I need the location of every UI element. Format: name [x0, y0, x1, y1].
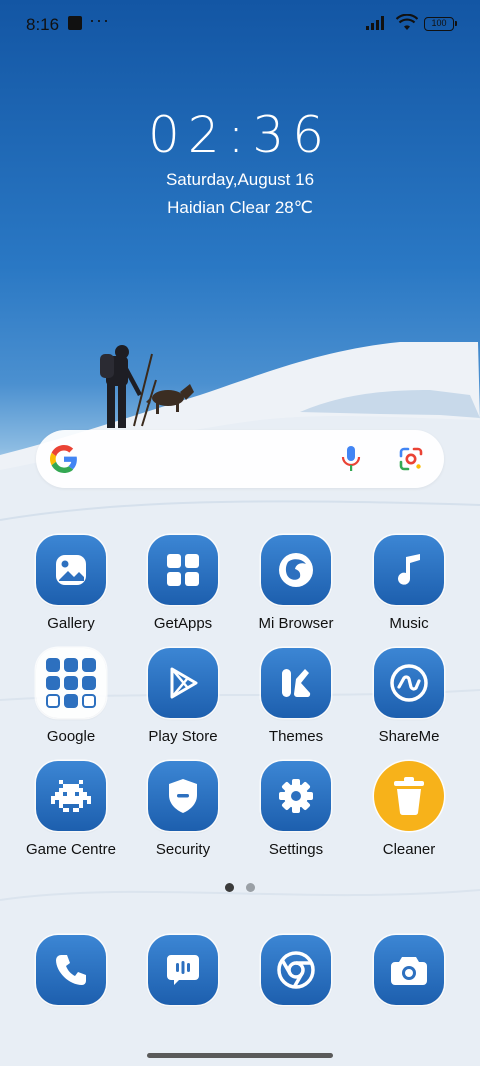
app-gallery[interactable]: Gallery [16, 535, 126, 632]
gmail-icon [64, 658, 78, 672]
app-label: Play Store [148, 728, 218, 745]
gallery-icon [36, 535, 106, 605]
shareme-icon [374, 648, 444, 718]
settings-icon [261, 761, 331, 831]
google-lens-icon[interactable] [398, 446, 424, 472]
page-dot[interactable] [246, 883, 255, 892]
app-label: Music [389, 615, 429, 632]
getapps-icon [148, 535, 218, 605]
app-label: Themes [268, 728, 324, 745]
app-label: Mi Browser [258, 615, 334, 632]
app-mi-browser[interactable]: Mi Browser [241, 535, 351, 632]
status-time: 8:16 [26, 15, 60, 34]
home-indicator[interactable] [147, 1053, 333, 1058]
signal-icon [366, 16, 384, 30]
battery-icon: 100 [424, 17, 457, 31]
cleaner-icon [374, 761, 444, 831]
more-notifications-icon: ··· [89, 10, 110, 30]
drive-icon [64, 676, 78, 690]
status-bar: 8:16 ··· 100 [0, 0, 480, 48]
wifi-icon [396, 14, 418, 30]
google-folder-icon [36, 648, 106, 718]
app-game-centre[interactable]: Game Centre [16, 761, 126, 858]
clock-time: 02:36 [147, 106, 333, 164]
one-icon [82, 694, 96, 708]
page-dot-active [225, 883, 234, 892]
camera-icon [374, 935, 444, 1005]
app-google-folder[interactable]: Google [16, 648, 126, 745]
clock-date: Saturday,August 16 [165, 170, 315, 189]
page-indicator [225, 883, 265, 893]
app-label: GetApps [153, 615, 213, 632]
dock-messages[interactable] [128, 935, 238, 1005]
google-app-icon [46, 658, 60, 672]
dock-chrome[interactable] [241, 935, 351, 1005]
security-icon [148, 761, 218, 831]
clock-weather: Haidian Clear 28℃ [167, 198, 313, 217]
app-shareme[interactable]: ShareMe [354, 648, 464, 745]
app-label: Security [155, 841, 211, 858]
mi-browser-icon [261, 535, 331, 605]
messages-icon [148, 935, 218, 1005]
app-cleaner[interactable]: Cleaner [354, 761, 464, 858]
app-label: Cleaner [382, 841, 436, 858]
chrome-icon [261, 935, 331, 1005]
app-music[interactable]: Music [354, 535, 464, 632]
app-label: Gallery [47, 615, 95, 632]
app-label: Google [46, 728, 96, 745]
app-label: ShareMe [378, 728, 440, 745]
themes-icon [261, 648, 331, 718]
app-label: Game Centre [25, 841, 117, 858]
google-search-bar[interactable] [36, 430, 444, 488]
phone-icon [36, 935, 106, 1005]
app-settings[interactable]: Settings [241, 761, 351, 858]
youtube-icon [46, 676, 60, 690]
app-play-store[interactable]: Play Store [128, 648, 238, 745]
dock-phone[interactable] [16, 935, 126, 1005]
youtube-music-icon [82, 676, 96, 690]
play-store-icon [148, 648, 218, 718]
dock-camera[interactable] [354, 935, 464, 1005]
music-icon [374, 535, 444, 605]
google-g-icon [50, 445, 77, 473]
app-getapps[interactable]: GetApps [128, 535, 238, 632]
app-security[interactable]: Security [128, 761, 238, 858]
microphone-icon[interactable] [341, 445, 361, 473]
game-centre-icon [36, 761, 106, 831]
maps-icon [82, 658, 96, 672]
photos-icon [64, 694, 78, 708]
clock-widget[interactable]: 02:36 Saturday,August 16 Haidian Clear 2… [0, 106, 480, 218]
meet-icon [46, 694, 60, 708]
notification-app-icon [68, 16, 82, 30]
app-themes[interactable]: Themes [241, 648, 351, 745]
app-label: Settings [268, 841, 324, 858]
